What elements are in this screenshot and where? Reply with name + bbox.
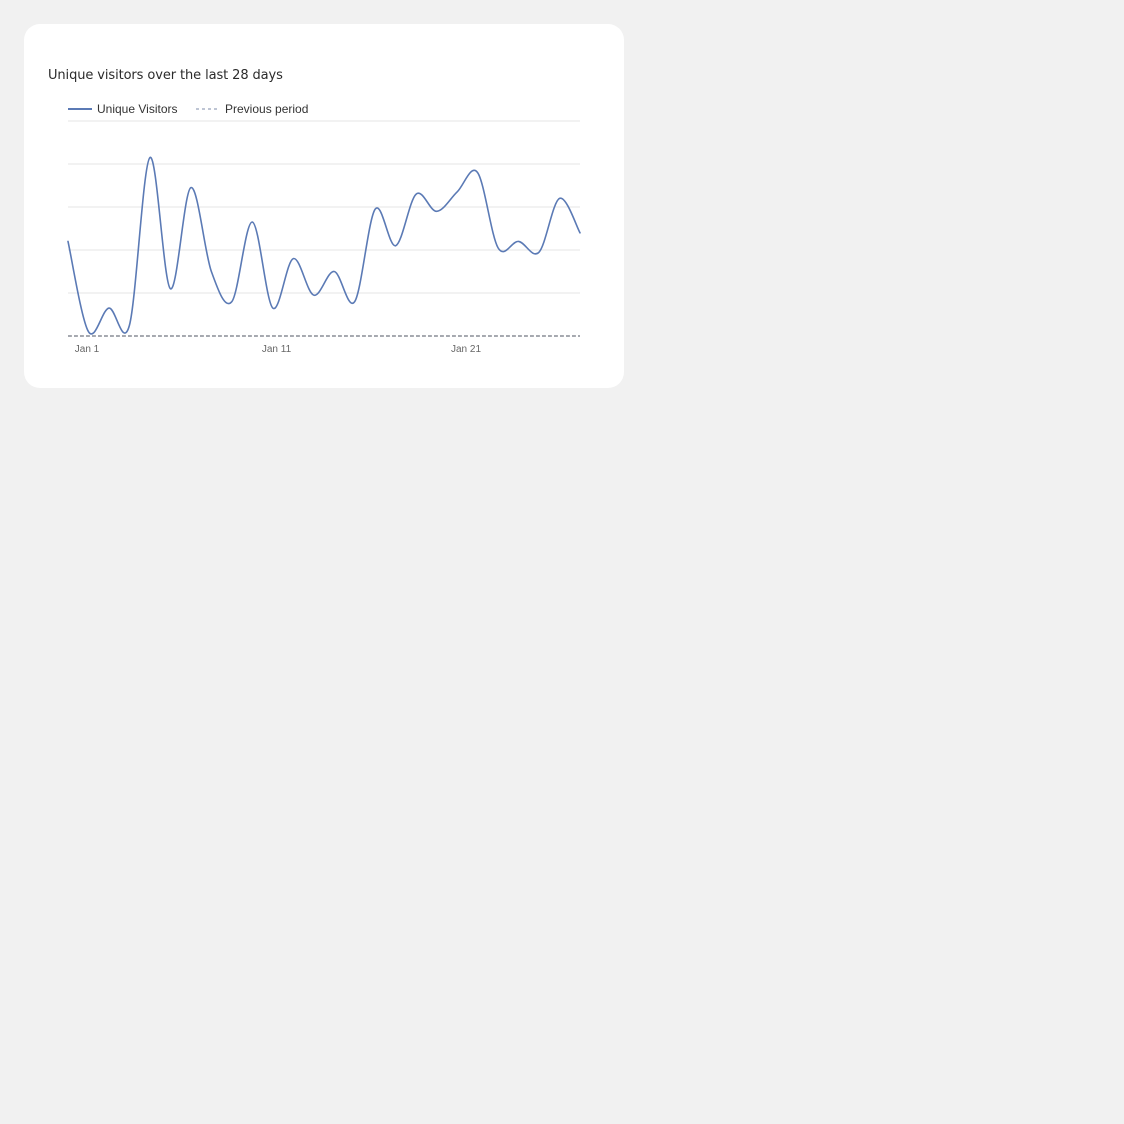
legend-label-previous-period: Previous period [225,102,308,116]
legend-item-unique-visitors[interactable]: Unique Visitors [68,102,177,116]
series-line-unique-visitors [67,156,581,335]
legend: Unique Visitors Previous period [68,102,308,116]
x-axis-ticks: Jan 1 Jan 11 Jan 21 [75,344,482,355]
x-tick-label: Jan 11 [262,344,292,355]
grid-lines [68,120,580,294]
line-chart: Unique Visitors Previous period Jan 1 Jan… [67,102,581,355]
x-tick-label: Jan 1 [75,344,100,355]
x-tick-label: Jan 21 [451,344,481,355]
legend-label-unique-visitors: Unique Visitors [97,102,177,116]
legend-item-previous-period[interactable]: Previous period [196,102,308,116]
chart-card: Unique visitors over the last 28 days Un… [24,24,624,388]
